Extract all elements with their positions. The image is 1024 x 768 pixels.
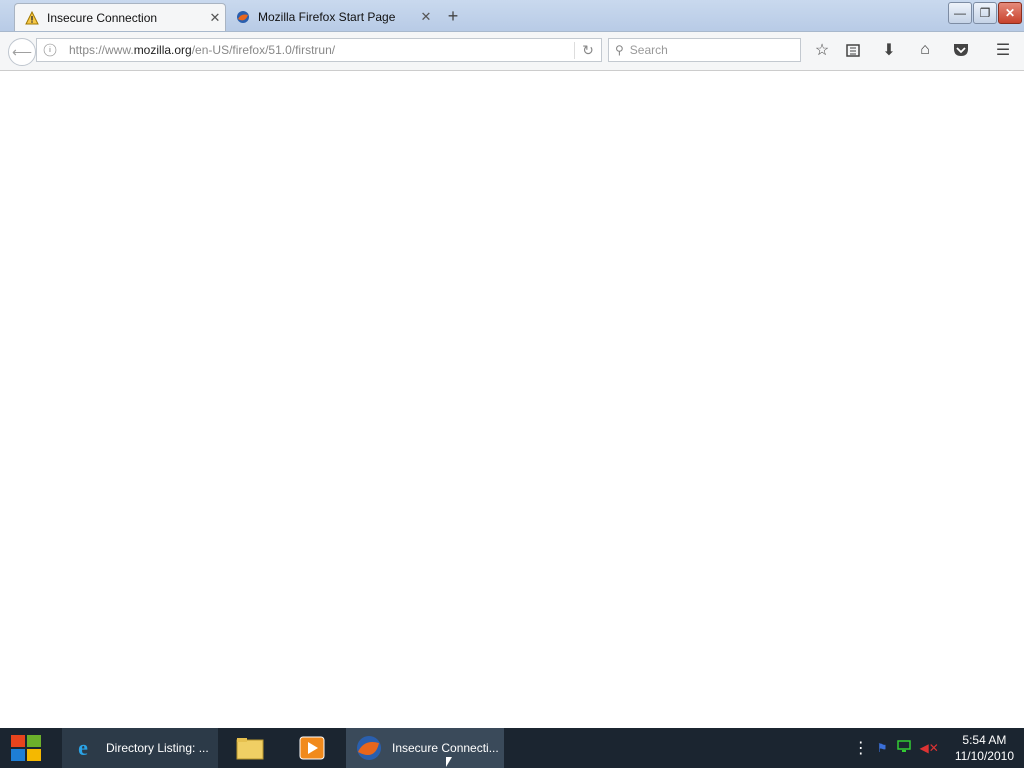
start-button[interactable] (8, 733, 44, 763)
restore-button[interactable]: ❐ (973, 2, 997, 24)
url-text: https://www.mozilla.org/en-US/firefox/51… (69, 43, 336, 57)
close-tab-icon[interactable]: ✕ (205, 10, 225, 26)
taskbar-label: Directory Listing: ... (106, 741, 209, 755)
taskbar-ie-button[interactable]: e Directory Listing: ... (62, 728, 218, 768)
folder-icon (235, 733, 265, 763)
system-tray: ⋮ ⚑ ◀✕ 5:54 AM 11/10/2010 (853, 728, 1014, 768)
firefox-icon (236, 10, 250, 24)
tab-title: Mozilla Firefox Start Page (258, 10, 396, 24)
back-arrow-icon: ⟵ (11, 43, 33, 60)
search-icon: ⚲ (615, 43, 624, 57)
tab-insecure-connection[interactable]: Insecure Connection ✕ (14, 3, 226, 31)
clock-date: 11/10/2010 (954, 749, 1014, 763)
back-button[interactable]: ⟵ (8, 38, 36, 66)
reading-list-icon[interactable] (843, 40, 863, 60)
home-icon[interactable]: ⌂ (915, 40, 935, 60)
network-icon[interactable] (896, 739, 912, 757)
media-player-icon (297, 733, 327, 763)
windows-logo-icon (11, 735, 41, 761)
tab-mozilla-start-page[interactable]: Mozilla Firefox Start Page ✕ (226, 3, 436, 31)
volume-muted-icon[interactable]: ◀✕ (920, 741, 939, 755)
ie-icon: e (78, 735, 88, 760)
bookmark-star-icon[interactable]: ☆ (812, 40, 832, 60)
minimize-button[interactable]: — (948, 2, 972, 24)
page-content (0, 71, 1024, 728)
taskbar-explorer-button[interactable] (228, 728, 272, 768)
new-tab-button[interactable]: + (444, 6, 462, 27)
overflow-icon[interactable]: ⋮ (853, 738, 869, 758)
clock-time: 5:54 AM (962, 733, 1007, 747)
clock[interactable]: 5:54 AM 11/10/2010 (955, 732, 1014, 764)
menu-icon[interactable]: ☰ (993, 40, 1013, 60)
taskbar: e Directory Listing: ... Insecure Connec… (0, 728, 1024, 768)
warning-icon (25, 10, 39, 25)
window-controls: — ❐ ✕ (948, 2, 1022, 24)
flag-icon[interactable]: ⚑ (877, 741, 888, 755)
taskbar-firefox-button[interactable]: Insecure Connecti... (346, 728, 504, 768)
url-bar[interactable]: i https://www.mozilla.org/en-US/firefox/… (36, 38, 602, 62)
navigation-toolbar: ⟵ i https://www.mozilla.org/en-US/firefo… (0, 32, 1024, 71)
info-icon[interactable]: i (43, 43, 57, 57)
search-input[interactable]: ⚲ Search (608, 38, 801, 62)
firefox-icon (354, 733, 384, 763)
taskbar-media-button[interactable] (290, 728, 334, 768)
tab-title: Insecure Connection (47, 10, 158, 25)
tab-strip: Insecure Connection ✕ Mozilla Firefox St… (0, 0, 1024, 32)
downloads-icon[interactable]: ⬇ (879, 40, 899, 60)
pocket-icon[interactable] (951, 40, 971, 60)
close-tab-icon[interactable]: ✕ (416, 9, 436, 25)
reload-icon[interactable]: ↻ (574, 41, 601, 59)
taskbar-label: Insecure Connecti... (392, 741, 499, 755)
close-window-button[interactable]: ✕ (998, 2, 1022, 24)
search-placeholder: Search (629, 43, 668, 57)
mouse-cursor (446, 757, 452, 767)
